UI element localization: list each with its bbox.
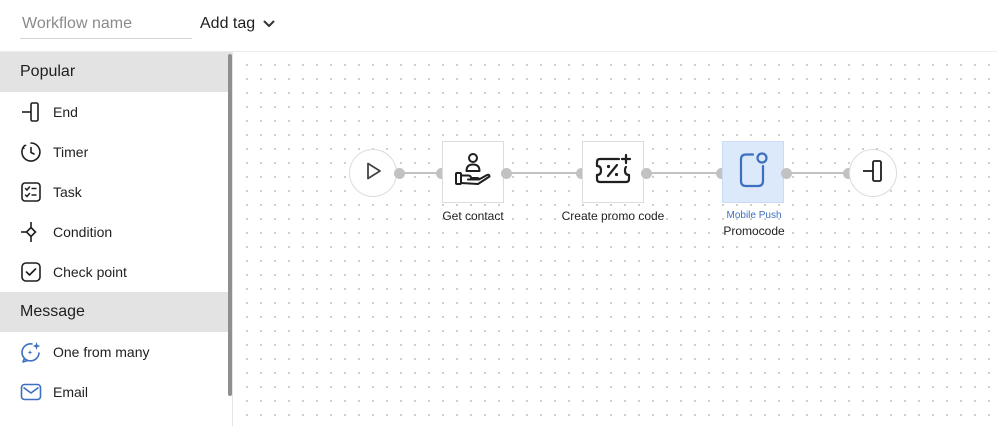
chevron-down-icon <box>263 20 275 28</box>
get-contact-output-port[interactable] <box>501 168 512 179</box>
start-node[interactable] <box>349 149 397 197</box>
node-palette-sidebar: Popular End Timer Task Condition Check p… <box>0 52 233 426</box>
mobile-push-name-label: Promocode <box>723 224 785 238</box>
mobile-push-type-label: Mobile Push <box>726 210 782 221</box>
top-bar: Add tag <box>0 0 997 52</box>
hand-person-icon <box>454 151 492 194</box>
end-icon <box>20 101 42 123</box>
mobile-push-icon <box>733 150 773 195</box>
sidebar-item-label: Timer <box>53 144 89 160</box>
workflow-name-input[interactable] <box>20 10 192 39</box>
end-node[interactable] <box>849 149 897 197</box>
section-header-popular: Popular <box>0 52 232 92</box>
sidebar-item-check-point[interactable]: Check point <box>0 252 232 292</box>
workflow-edges <box>399 172 848 174</box>
get-contact-label: Get contact <box>442 209 504 223</box>
sidebar-item-label: Check point <box>53 264 127 280</box>
sparkle-chat-icon <box>20 341 42 363</box>
sidebar-item-label: Task <box>53 184 82 200</box>
sidebar-item-email[interactable]: Email <box>0 372 232 412</box>
timer-icon <box>20 141 42 163</box>
sidebar-item-label: Condition <box>53 224 113 240</box>
promo-ticket-icon <box>594 151 632 194</box>
sidebar-item-one-from-many[interactable]: One from many <box>0 332 232 372</box>
sidebar-item-end[interactable]: End <box>0 92 232 132</box>
sidebar-item-task[interactable]: Task <box>0 172 232 212</box>
sidebar-item-timer[interactable]: Timer <box>0 132 232 172</box>
play-icon <box>362 160 384 187</box>
create-promo-code-node[interactable] <box>582 141 644 203</box>
sidebar-item-label: End <box>53 104 78 120</box>
mobile-push-node[interactable] <box>722 141 784 203</box>
checkpoint-icon <box>20 261 42 283</box>
start-output-port[interactable] <box>394 168 405 179</box>
get-contact-node[interactable] <box>442 141 504 203</box>
email-icon <box>20 381 42 403</box>
section-title: Popular <box>20 63 76 80</box>
condition-icon <box>20 221 42 243</box>
add-tag-label: Add tag <box>200 15 256 32</box>
task-icon <box>20 181 42 203</box>
workflow-canvas[interactable]: Get contact Create promo code Mobile Pus… <box>234 52 997 426</box>
sidebar-item-label: Email <box>53 384 89 400</box>
sidebar-scrollbar[interactable] <box>228 54 232 396</box>
section-header-message: Message <box>0 292 232 332</box>
end-icon <box>861 159 885 188</box>
sidebar-item-label: One from many <box>53 344 150 360</box>
create-promo-code-label: Create promo code <box>561 209 665 223</box>
sidebar-item-condition[interactable]: Condition <box>0 212 232 252</box>
mobile-push-output-port[interactable] <box>781 168 792 179</box>
section-title: Message <box>20 303 85 320</box>
add-tag-dropdown[interactable]: Add tag <box>200 12 275 36</box>
create-promo-output-port[interactable] <box>641 168 652 179</box>
